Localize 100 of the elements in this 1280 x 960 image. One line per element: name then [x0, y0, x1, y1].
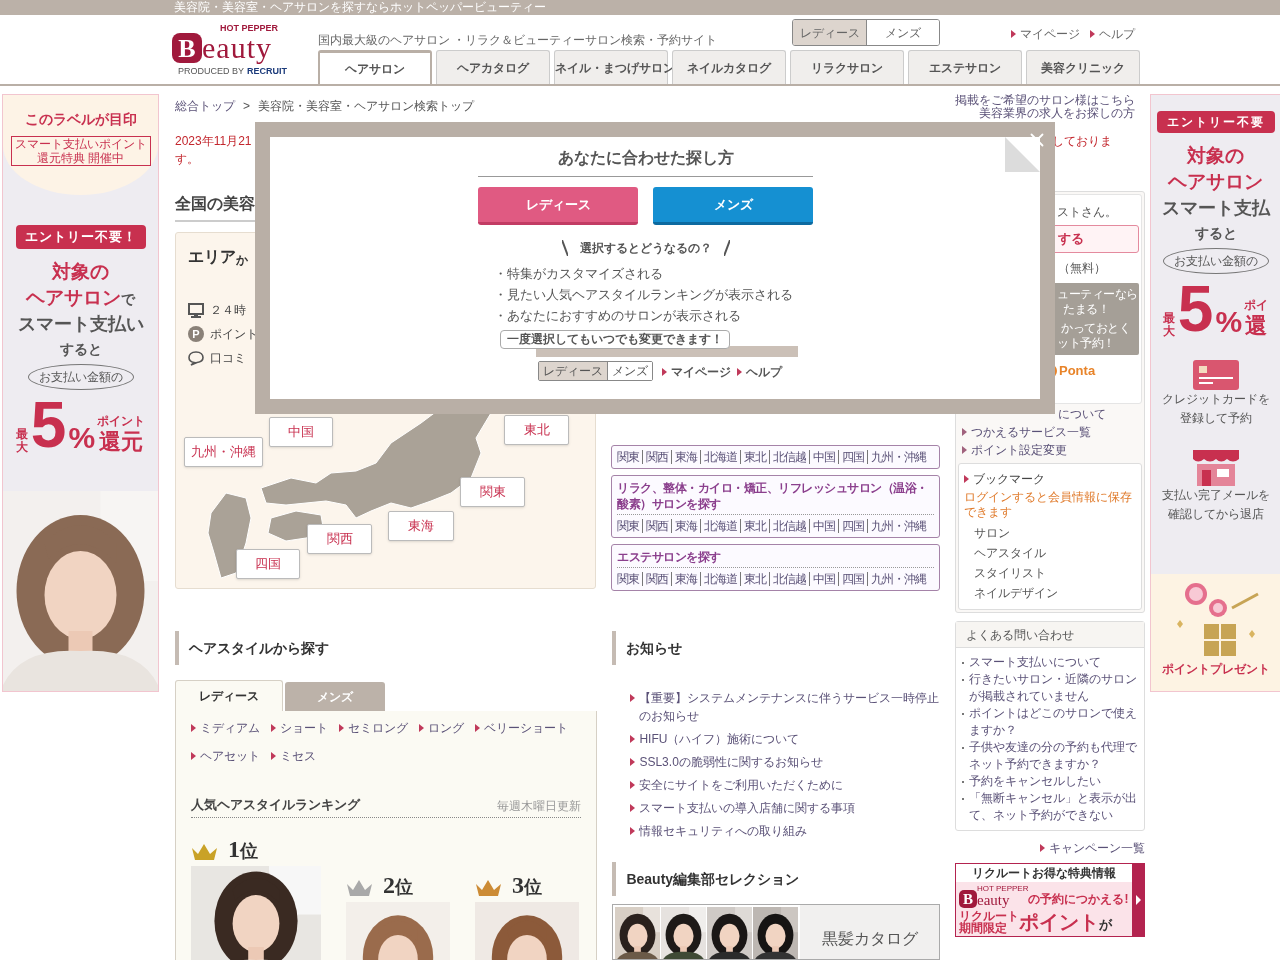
region-link[interactable]: 関西: [642, 450, 671, 464]
rank-number: 1: [228, 835, 240, 862]
bookmark-link[interactable]: スタイリスト: [974, 563, 1046, 583]
hairstyle-link[interactable]: ヘアセット: [191, 747, 260, 765]
news-link[interactable]: 安全にサイトをご利用いただくために: [630, 776, 940, 794]
banner-headline: 対象の: [1187, 144, 1244, 168]
faq-link[interactable]: スマート支払いについて: [969, 654, 1101, 671]
gender-toggle[interactable]: レディース: [793, 20, 866, 45]
rank-suffix: 位: [395, 875, 413, 898]
category-tab[interactable]: ヘアサロン: [318, 50, 432, 84]
region-button[interactable]: 四国: [236, 549, 300, 579]
point-link[interactable]: について: [1058, 405, 1106, 423]
tagline: 国内最大級のヘアサロン ・リラク＆ビューティーサロン検索・予約サイト: [318, 32, 719, 49]
region-link[interactable]: 九州・沖縄: [867, 572, 929, 586]
region-link[interactable]: 関西: [642, 572, 671, 586]
news-link[interactable]: スマート支払いの導入店舗に関する事項: [630, 799, 940, 817]
caret-icon: [191, 724, 196, 732]
percent-sign: %: [68, 421, 96, 454]
news-link[interactable]: HIFU（ハイフ）施術について: [630, 730, 940, 748]
region-link[interactable]: 東海: [671, 450, 700, 464]
area-title-suffix: か: [236, 253, 248, 269]
region-link[interactable]: 関東: [617, 450, 642, 464]
region-link[interactable]: 北海道: [700, 450, 740, 464]
campaign-link[interactable]: キャンペーン一覧: [1040, 839, 1145, 857]
hairstyle-link[interactable]: ロング: [419, 719, 464, 737]
region-button[interactable]: 中国: [269, 417, 333, 447]
region-link[interactable]: 中国: [809, 450, 838, 464]
hairstyle-link[interactable]: ベリーショート: [475, 719, 568, 737]
news-link[interactable]: SSL3.0の脆弱性に関するお知らせ: [630, 753, 940, 771]
gender-select-button[interactable]: メンズ: [653, 187, 813, 225]
region-link[interactable]: 九州・沖縄: [867, 519, 929, 533]
region-link[interactable]: 四国: [838, 450, 867, 464]
region-link[interactable]: 四国: [838, 519, 867, 533]
category-tab[interactable]: エステサロン: [908, 50, 1022, 84]
region-link[interactable]: 東海: [671, 519, 700, 533]
region-link[interactable]: 関東: [617, 519, 642, 533]
search-box-title[interactable]: リラク、整体・カイロ・矯正、リフレッシュサロン（温浴・酸素）サロンを探す: [617, 480, 934, 512]
region-link[interactable]: 北海道: [700, 519, 740, 533]
region-button[interactable]: 東北: [504, 415, 569, 445]
news-link[interactable]: 情報セキュリティへの取り組み: [630, 822, 940, 840]
hairstyle-link[interactable]: セミロング: [339, 719, 408, 737]
category-tab[interactable]: リラクサロン: [790, 50, 904, 84]
region-link[interactable]: 中国: [809, 572, 838, 586]
region-link[interactable]: 東北: [740, 450, 769, 464]
gender-toggle[interactable]: メンズ: [866, 20, 939, 45]
region-button[interactable]: 関西: [307, 524, 372, 554]
region-link[interactable]: 関西: [642, 519, 671, 533]
banner-headline: ヘアサロン: [26, 285, 121, 310]
region-link[interactable]: 九州・沖縄: [867, 450, 929, 464]
category-tab[interactable]: 美容クリニック: [1026, 50, 1140, 84]
site-description: 美容院・美容室・ヘアサロンを探すならホットペッパービューティー: [174, 0, 546, 15]
monitor-icon: [188, 302, 204, 318]
caret-icon: [630, 827, 636, 835]
editorial-banner[interactable]: 黒髪カタログ: [612, 904, 940, 960]
hairstyle-link[interactable]: ミセス: [271, 747, 316, 765]
caret-icon: [1040, 844, 1045, 852]
faq-link[interactable]: ポイントはどこのサロンで使えますか？: [969, 705, 1140, 739]
region-link[interactable]: 北信越: [769, 450, 809, 464]
search-box-title[interactable]: エステサロンを探す: [617, 549, 934, 565]
owner-link[interactable]: 美容業界の求人をお探しの方: [979, 107, 1135, 120]
faq-link[interactable]: 予約をキャンセルしたい: [969, 773, 1101, 790]
news-text: スマート支払いの導入店舗に関する事項: [639, 800, 856, 817]
point-link[interactable]: ポイント設定変更: [962, 441, 1067, 459]
feature-text: 口コミ: [210, 350, 246, 367]
region-link[interactable]: 中国: [809, 519, 838, 533]
faq-link[interactable]: 子供や友達の分の予約も代理でネット予約できますか？: [969, 739, 1140, 773]
region-button[interactable]: 関東: [460, 477, 525, 507]
caret-icon: [630, 735, 636, 743]
region-link[interactable]: 北信越: [769, 572, 809, 586]
caret-icon: [475, 724, 480, 732]
region-button[interactable]: 東海: [388, 511, 454, 541]
notice-text: 2023年11月21: [175, 133, 252, 150]
ranking-note: 毎週木曜日更新: [497, 797, 582, 815]
faq-link[interactable]: 行きたいサロン・近隣のサロンが掲載されていません: [969, 671, 1140, 705]
point-link[interactable]: つかえるサービス一覧: [962, 423, 1091, 441]
bookmark-link[interactable]: サロン: [974, 523, 1010, 543]
region-link[interactable]: 東海: [671, 572, 700, 586]
header-link[interactable]: ヘルプ: [1090, 25, 1135, 43]
breadcrumb-link[interactable]: 総合トップ: [175, 97, 235, 115]
hairstyle-link[interactable]: ミディアム: [191, 719, 260, 737]
banner-title: 黒髪カタログ: [821, 929, 918, 949]
header-link[interactable]: マイページ: [1011, 25, 1080, 43]
step-text: 登録して予約: [1179, 410, 1252, 427]
region-link[interactable]: 四国: [838, 572, 867, 586]
region-link[interactable]: 関東: [617, 572, 642, 586]
region-link[interactable]: 北信越: [769, 519, 809, 533]
faq-link[interactable]: 「無断キャンセル」と表示が出て、ネット予約ができない: [969, 790, 1140, 824]
owner-link[interactable]: 掲載をご希望のサロン様はこちら: [955, 94, 1135, 107]
bookmark-link[interactable]: ヘアスタイル: [974, 543, 1046, 563]
bookmark-link[interactable]: ネイルデザイン: [974, 583, 1058, 603]
point-label: ポイント: [97, 412, 146, 430]
region-button[interactable]: 九州・沖縄: [184, 437, 263, 467]
gender-select-button[interactable]: レディース: [478, 187, 638, 225]
category-tab[interactable]: ネイルカタログ: [672, 50, 786, 84]
hairstyle-link[interactable]: ショート: [271, 719, 328, 737]
region-link[interactable]: 東北: [740, 572, 769, 586]
hairstyle-tab[interactable]: レディース: [175, 680, 283, 711]
category-tab[interactable]: ヘアカタログ: [436, 50, 550, 84]
region-link[interactable]: 北海道: [700, 572, 740, 586]
region-link[interactable]: 東北: [740, 519, 769, 533]
